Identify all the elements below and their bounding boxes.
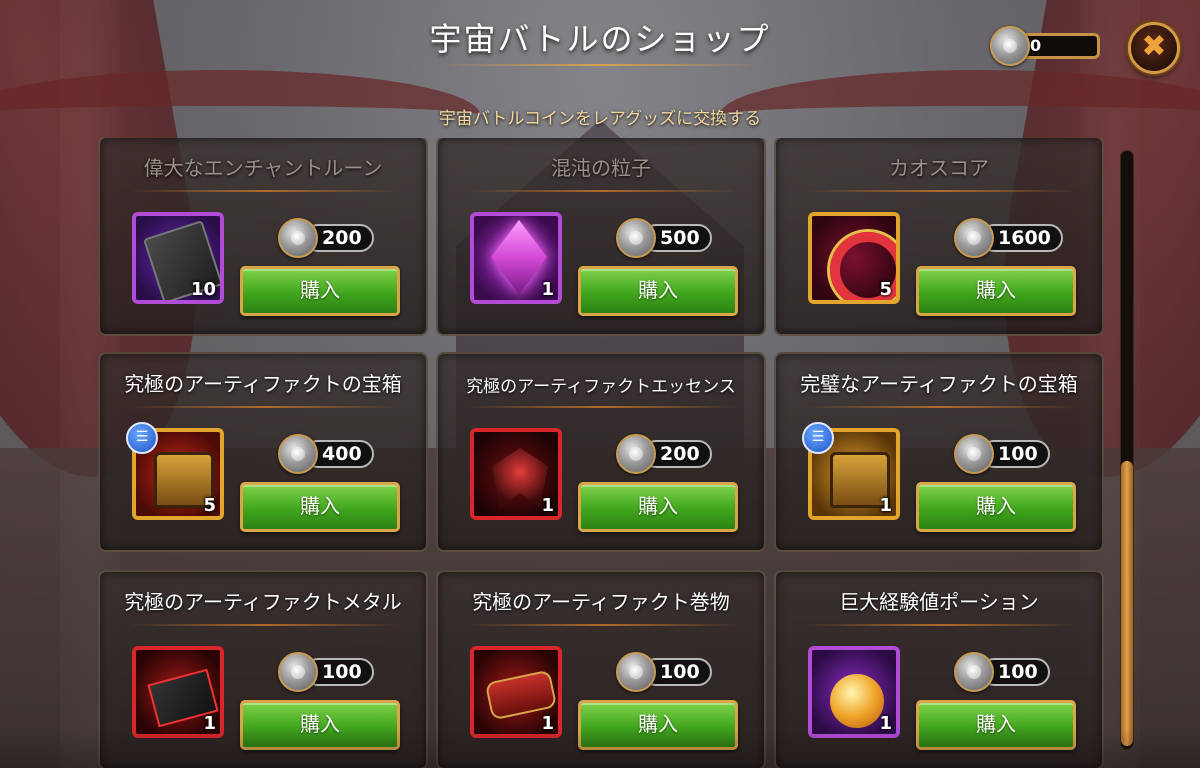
title-divider	[440, 64, 760, 66]
item-quantity: 5	[879, 279, 892, 300]
card-divider	[806, 624, 1076, 626]
buy-button[interactable]: 購入	[240, 700, 400, 750]
shop-card: 究極のアーティファクトメタル 1 100 購入	[98, 570, 428, 768]
scrollbar-track[interactable]	[1120, 150, 1134, 750]
item-slot[interactable]: 1	[470, 212, 562, 304]
list-info-icon[interactable]: ☰	[802, 422, 834, 454]
buy-button[interactable]: 購入	[916, 266, 1076, 316]
buy-button[interactable]: 購入	[578, 482, 738, 532]
card-divider	[130, 406, 400, 408]
cosmic-coin-icon	[616, 652, 656, 692]
cosmic-coin-icon	[990, 26, 1030, 66]
cosmic-coin-icon	[278, 434, 318, 474]
item-slot[interactable]: 1	[470, 646, 562, 738]
shop-card: 偉大なエンチャントルーン 10 200 購入	[98, 138, 428, 336]
item-name: 巨大経験値ポーション	[839, 590, 1039, 614]
item-name: 究極のアーティファクト巻物	[472, 590, 730, 614]
item-name: 完璧なアーティファクトの宝箱	[800, 372, 1078, 396]
cosmic-coin-icon	[954, 434, 994, 474]
cosmic-coin-icon	[954, 652, 994, 692]
shop-card: 究極のアーティファクトの宝箱 ☰ 5 400 購入	[98, 352, 428, 552]
card-divider	[806, 190, 1076, 192]
item-quantity: 1	[203, 713, 216, 734]
item-quantity: 10	[190, 279, 216, 300]
shop-card: 究極のアーティファクトエッセンス 1 200 購入	[436, 352, 766, 552]
buy-button[interactable]: 購入	[916, 482, 1076, 532]
item-slot[interactable]: 1	[132, 646, 224, 738]
buy-button[interactable]: 購入	[578, 266, 738, 316]
scrollbar-thumb[interactable]	[1121, 461, 1133, 746]
item-slot[interactable]: 1	[808, 646, 900, 738]
item-quantity: 1	[879, 713, 892, 734]
shop-card: 究極のアーティファクト巻物 1 100 購入	[436, 570, 766, 768]
item-quantity: 1	[541, 495, 554, 516]
shop-item-grid: 偉大なエンチャントルーン 10 200 購入 混沌の粒子 1 500 購入 カオ…	[96, 138, 1106, 768]
shop-card: 巨大経験値ポーション 1 100 購入	[774, 570, 1104, 768]
card-divider	[806, 406, 1076, 408]
card-divider	[468, 406, 738, 408]
item-name: 究極のアーティファクトエッセンス	[466, 377, 736, 397]
item-slot[interactable]: 5	[808, 212, 900, 304]
item-quantity: 1	[879, 495, 892, 516]
shop-subtitle: 宇宙バトルコインをレアグッズに交換する	[438, 109, 762, 129]
card-divider	[130, 624, 400, 626]
card-divider	[468, 624, 738, 626]
buy-button[interactable]: 購入	[240, 266, 400, 316]
item-name: カオスコア	[889, 156, 989, 180]
card-divider	[468, 190, 738, 192]
cosmic-coin-icon	[278, 218, 318, 258]
item-slot[interactable]: 1	[470, 428, 562, 520]
item-quantity: 1	[541, 713, 554, 734]
shop-card: カオスコア 5 1600 購入	[774, 138, 1104, 336]
shop-card: 完璧なアーティファクトの宝箱 ☰ 1 100 購入	[774, 352, 1104, 552]
item-name: 偉大なエンチャントルーン	[143, 156, 383, 180]
buy-button[interactable]: 購入	[578, 700, 738, 750]
coin-balance-value: 0	[1030, 36, 1042, 55]
item-name: 究極のアーティファクトの宝箱	[124, 372, 402, 396]
buy-button[interactable]: 購入	[916, 700, 1076, 750]
card-divider	[130, 190, 400, 192]
item-quantity: 1	[541, 279, 554, 300]
cosmic-coin-icon	[278, 652, 318, 692]
item-quantity: 5	[203, 495, 216, 516]
cosmic-coin-icon	[616, 218, 656, 258]
shop-card: 混沌の粒子 1 500 購入	[436, 138, 766, 336]
list-info-icon[interactable]: ☰	[126, 422, 158, 454]
cosmic-coin-icon	[616, 434, 656, 474]
item-slot[interactable]: 10	[132, 212, 224, 304]
cosmic-coin-icon	[954, 218, 994, 258]
item-name: 混沌の粒子	[551, 156, 651, 180]
close-button[interactable]: ✖	[1128, 22, 1180, 74]
coin-balance: 0	[990, 26, 1102, 66]
item-name: 究極のアーティファクトメタル	[124, 590, 402, 614]
buy-button[interactable]: 購入	[240, 482, 400, 532]
